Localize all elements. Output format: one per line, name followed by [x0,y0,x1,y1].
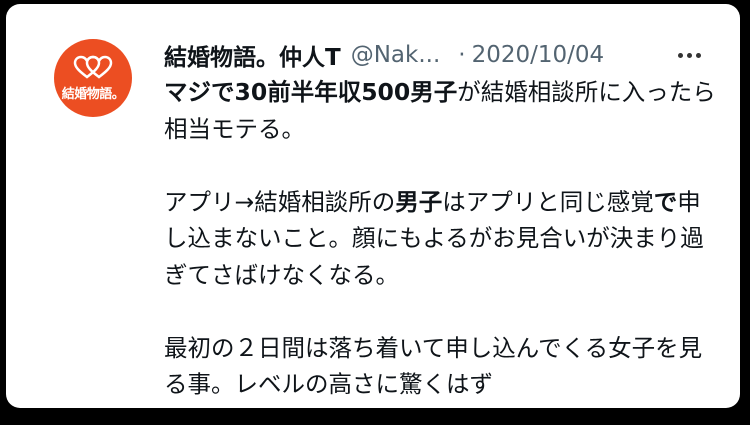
tweet-date[interactable]: 2020/10/04 [472,42,605,68]
tweet-paragraph: 最初の２日間は落ち着いて申し込んでくる女子を見る事。レベルの高さに驚くはず [164,330,724,403]
display-name[interactable]: 結婚物語。仲人T [164,38,341,72]
avatar[interactable]: 結婚物語。 [54,39,132,117]
tweet-text-segment: はアプリと同じ感覚 [442,187,654,216]
avatar-logo-text: 結婚物語。 [61,86,125,102]
tweet-header: 結婚物語。仲人T @Nak... · 2020/10/04 [164,38,704,72]
user-handle[interactable]: @Nak... [351,42,441,68]
tweet-text-bold: で [653,187,678,216]
tweet-card[interactable]: 結婚物語。 結婚物語。仲人T @Nak... · 2020/10/04 マジで3… [6,4,740,408]
tweet-text-bold: マジで30前半年収500男子 [164,78,458,106]
tweet-paragraph: アプリ→結婚相談所の男子はアプリと同じ感覚で申し込まないこと。顔にもよるがお見合… [164,184,724,294]
tweet-paragraph: マジで30前半年収500男子が結婚相談所に入ったら相当モテる。 [164,74,724,147]
double-heart-icon [73,55,113,79]
tweet-text: マジで30前半年収500男子が結婚相談所に入ったら相当モテる。 アプリ→結婚相談… [164,74,724,403]
tweet-text-bold: 男子 [395,187,443,216]
tweet-text-segment: アプリ→結婚相談所の [164,187,396,216]
more-options-icon[interactable] [674,40,704,70]
separator-dot: · [458,42,466,68]
tweet-text-segment: 最初の２日間は落ち着いて申し込んでくる女子を見る事。レベルの高さに驚くはず [164,333,703,399]
